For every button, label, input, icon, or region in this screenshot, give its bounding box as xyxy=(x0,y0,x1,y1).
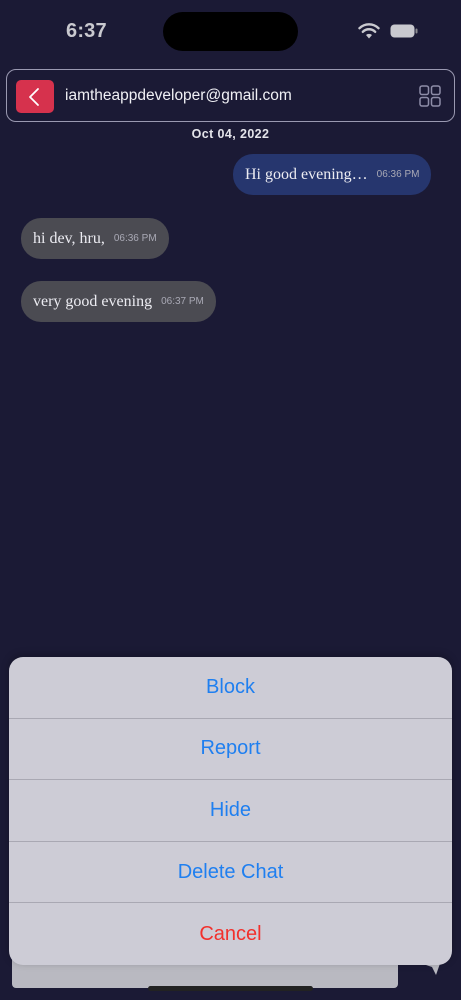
back-button[interactable] xyxy=(16,80,54,113)
action-sheet: Block Report Hide Delete Chat Cancel xyxy=(9,657,452,965)
message-text: very good evening xyxy=(33,292,153,310)
status-bar: 6:37 xyxy=(0,0,461,62)
hide-button[interactable]: Hide xyxy=(9,780,452,842)
report-button[interactable]: Report xyxy=(9,719,452,781)
wifi-icon xyxy=(358,23,380,39)
block-button[interactable]: Block xyxy=(9,657,452,719)
message-bubble-incoming[interactable]: very good evening 06:37 PM xyxy=(21,281,216,322)
message-text: Hi good evening… xyxy=(245,165,368,183)
status-time: 6:37 xyxy=(66,20,107,42)
chat-header: iamtheappdeveloper@gmail.com xyxy=(6,69,455,122)
chevron-left-icon xyxy=(29,88,39,106)
grid-icon[interactable] xyxy=(419,85,441,107)
dynamic-island xyxy=(163,12,298,51)
message-bubble-outgoing[interactable]: Hi good evening… 06:36 PM xyxy=(233,154,432,195)
cancel-button[interactable]: Cancel xyxy=(9,903,452,965)
home-indicator xyxy=(148,986,313,991)
message-time: 06:36 PM xyxy=(113,233,157,244)
date-separator: Oct 04, 2022 xyxy=(191,127,270,141)
delete-chat-button[interactable]: Delete Chat xyxy=(9,842,452,904)
battery-icon xyxy=(390,24,418,38)
chat-title-email: iamtheappdeveloper@gmail.com xyxy=(65,87,292,104)
message-time: 06:37 PM xyxy=(161,296,204,307)
message-time: 06:36 PM xyxy=(376,169,420,180)
message-bubble-incoming[interactable]: hi dev, hru, 06:36 PM xyxy=(21,218,169,259)
message-text: hi dev, hru, xyxy=(33,229,105,247)
